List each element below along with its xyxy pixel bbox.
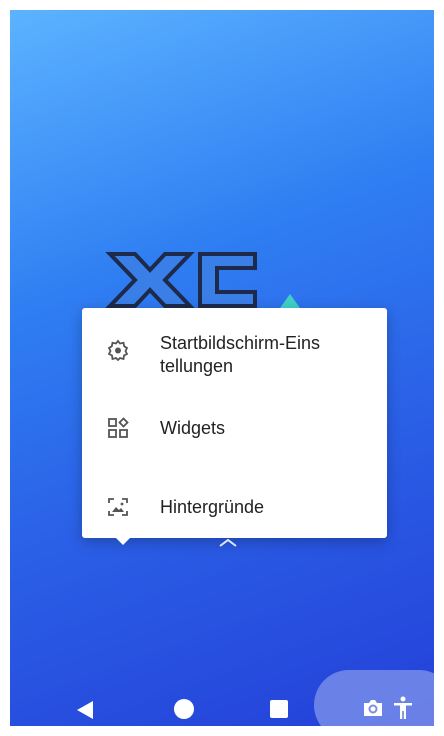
gear-icon xyxy=(107,339,129,362)
popup-pointer xyxy=(115,537,131,545)
home-icon[interactable] xyxy=(174,699,194,719)
recents-icon[interactable] xyxy=(270,700,288,718)
home-screen[interactable]: Startbildschirm-Eins tellungen Widgets H… xyxy=(10,10,434,726)
chevron-up-icon[interactable] xyxy=(218,536,238,548)
accessibility-icon[interactable] xyxy=(392,696,414,720)
camera-icon[interactable] xyxy=(362,698,384,718)
menu-item-home-settings[interactable]: Startbildschirm-Eins tellungen xyxy=(82,322,387,378)
menu-item-widgets-label: Widgets xyxy=(160,418,226,438)
menu-item-home-settings-label: Startbildschirm-Eins tellungen xyxy=(160,333,321,376)
menu-item-wallpapers-label: Hintergründe xyxy=(160,497,265,517)
back-icon[interactable] xyxy=(76,700,94,720)
widgets-icon xyxy=(108,417,129,438)
wallpaper-icon xyxy=(108,498,128,516)
menu-item-widgets[interactable]: Widgets xyxy=(82,404,387,452)
long-press-menu: Startbildschirm-Eins tellungen Widgets H… xyxy=(82,308,387,538)
menu-item-wallpapers[interactable]: Hintergründe xyxy=(82,482,387,532)
